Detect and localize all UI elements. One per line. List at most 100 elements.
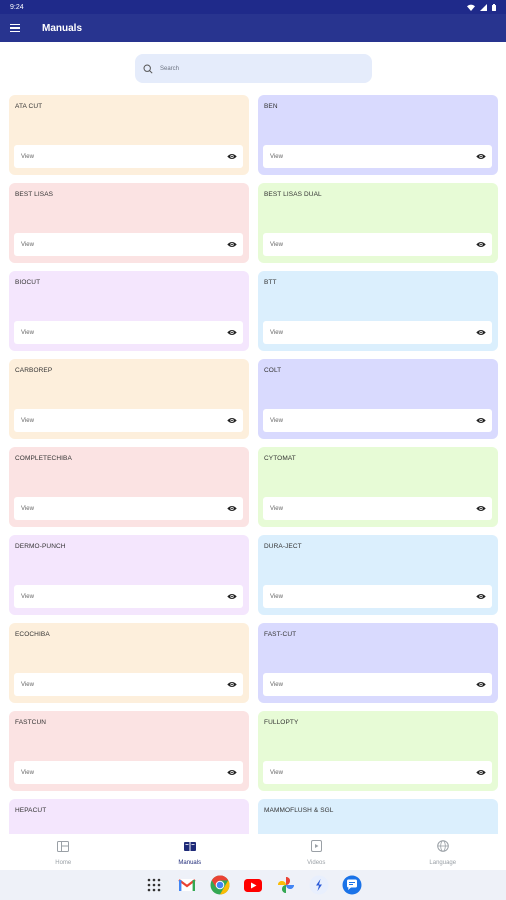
- eye-icon: [227, 593, 237, 601]
- manual-card[interactable]: FASTCUN View: [9, 711, 249, 791]
- eye-icon: [227, 417, 237, 425]
- view-button[interactable]: View: [263, 233, 492, 256]
- globe-icon: [436, 839, 449, 857]
- view-button-label: View: [270, 593, 283, 600]
- system-dock: [0, 870, 506, 900]
- view-button[interactable]: View: [263, 321, 492, 344]
- manual-card[interactable]: BEST LISAS DUAL View: [258, 183, 498, 263]
- manual-card-title: BEST LISAS DUAL: [264, 191, 322, 198]
- view-button-label: View: [21, 329, 34, 336]
- view-button-label: View: [270, 505, 283, 512]
- bottom-navigation: Home Manuals Videos Language: [0, 834, 506, 870]
- view-button-label: View: [21, 769, 34, 776]
- search-icon: [143, 63, 153, 74]
- manual-card-title: FULLOPTY: [264, 719, 299, 726]
- apps-grid-icon[interactable]: [144, 875, 164, 895]
- manual-card[interactable]: COMPLETECHIBA View: [9, 447, 249, 527]
- home-icon: [57, 839, 70, 857]
- view-button[interactable]: View: [14, 145, 243, 168]
- video-icon: [310, 839, 322, 857]
- manual-card-title: FASTCUN: [15, 719, 47, 726]
- eye-icon: [227, 505, 237, 513]
- app-bar: Manuals: [0, 14, 506, 42]
- manual-card[interactable]: BTT View: [258, 271, 498, 351]
- view-button[interactable]: View: [263, 409, 492, 432]
- photos-icon[interactable]: [276, 875, 296, 895]
- view-button[interactable]: View: [14, 673, 243, 696]
- nav-home[interactable]: Home: [0, 834, 127, 870]
- nav-label: Home: [55, 859, 72, 866]
- view-button[interactable]: View: [263, 145, 492, 168]
- view-button[interactable]: View: [263, 673, 492, 696]
- view-button[interactable]: View: [263, 497, 492, 520]
- view-button[interactable]: View: [263, 585, 492, 608]
- app-icon[interactable]: [309, 875, 329, 895]
- view-button[interactable]: View: [14, 585, 243, 608]
- manual-card-title: MAMMOFLUSH & SGL: [264, 807, 334, 814]
- view-button-label: View: [21, 241, 34, 248]
- manual-card[interactable]: HEPACUTView: [9, 799, 249, 834]
- view-button-label: View: [21, 593, 34, 600]
- view-button-label: View: [21, 681, 34, 688]
- gmail-icon[interactable]: [177, 875, 197, 895]
- manual-card[interactable]: COLT View: [258, 359, 498, 439]
- status-bar: 9:24: [0, 0, 506, 14]
- manual-card-title: ECOCHIBA: [15, 631, 50, 638]
- manual-card-title: DERMO-PUNCH: [15, 543, 66, 550]
- view-button-label: View: [270, 681, 283, 688]
- view-button[interactable]: View: [263, 761, 492, 784]
- chrome-icon[interactable]: [210, 875, 230, 895]
- manual-card[interactable]: CARBOREP View: [9, 359, 249, 439]
- nav-label: Language: [429, 859, 457, 866]
- view-button-label: View: [270, 769, 283, 776]
- view-button[interactable]: View: [14, 761, 243, 784]
- eye-icon: [227, 329, 237, 337]
- manual-card[interactable]: FULLOPTY View: [258, 711, 498, 791]
- eye-icon: [476, 769, 486, 777]
- eye-icon: [476, 593, 486, 601]
- view-button[interactable]: View: [14, 233, 243, 256]
- eye-icon: [227, 241, 237, 249]
- manual-card[interactable]: BEST LISAS View: [9, 183, 249, 263]
- manual-card-title: COLT: [264, 367, 282, 374]
- page-title: Manuals: [42, 22, 83, 34]
- nav-label: Manuals: [178, 859, 202, 866]
- nav-label: Videos: [307, 859, 326, 866]
- view-button[interactable]: View: [14, 321, 243, 344]
- manual-card[interactable]: CYTOMAT View: [258, 447, 498, 527]
- view-button-label: View: [21, 505, 34, 512]
- search-input[interactable]: Search: [135, 54, 372, 83]
- manual-card[interactable]: DURA-JECT View: [258, 535, 498, 615]
- manual-card[interactable]: ATA CUT View: [9, 95, 249, 175]
- manual-card[interactable]: ECOCHIBA View: [9, 623, 249, 703]
- manual-card-title: COMPLETECHIBA: [15, 455, 72, 462]
- manual-card-title: BEN: [264, 103, 278, 110]
- manual-card[interactable]: FAST-CUT View: [258, 623, 498, 703]
- eye-icon: [476, 417, 486, 425]
- nav-language[interactable]: Language: [380, 834, 506, 870]
- view-button-label: View: [270, 153, 283, 160]
- status-icons: [467, 3, 496, 11]
- manual-card[interactable]: MAMMOFLUSH & SGLView: [258, 799, 498, 834]
- eye-icon: [227, 769, 237, 777]
- menu-icon[interactable]: [10, 21, 24, 35]
- manual-card[interactable]: DERMO-PUNCH View: [9, 535, 249, 615]
- manual-card-title: FAST-CUT: [264, 631, 297, 638]
- manual-card-title: ATA CUT: [15, 103, 43, 110]
- view-button-label: View: [270, 241, 283, 248]
- view-button[interactable]: View: [14, 497, 243, 520]
- manual-card-title: BEST LISAS: [15, 191, 54, 198]
- eye-icon: [476, 241, 486, 249]
- manual-card-title: BIOCUT: [15, 279, 41, 286]
- nav-manuals[interactable]: Manuals: [127, 834, 254, 870]
- eye-icon: [476, 681, 486, 689]
- messages-icon[interactable]: [342, 875, 362, 895]
- manual-card[interactable]: BIOCUT View: [9, 271, 249, 351]
- manuals-grid: ATA CUT View BEN View BEST LISAS View BEST LIS…: [9, 95, 498, 834]
- view-button-label: View: [270, 329, 283, 336]
- eye-icon: [227, 153, 237, 161]
- view-button[interactable]: View: [14, 409, 243, 432]
- nav-videos[interactable]: Videos: [253, 834, 380, 870]
- youtube-icon[interactable]: [243, 875, 263, 895]
- manual-card[interactable]: BEN View: [258, 95, 498, 175]
